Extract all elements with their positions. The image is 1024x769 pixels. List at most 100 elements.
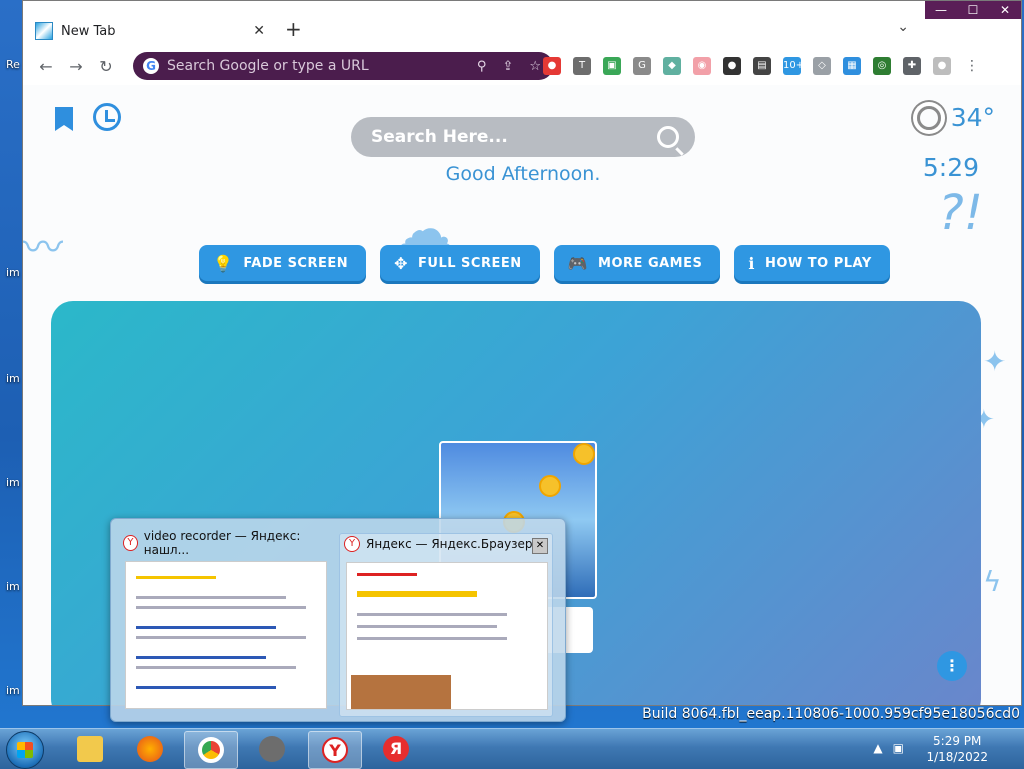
desktop-icon-label[interactable]: im [6, 684, 20, 697]
tab-favicon-icon [35, 22, 53, 40]
yandex-taskbar-button[interactable]: Я [370, 731, 422, 767]
green-extension-icon[interactable]: ▣ [603, 57, 621, 75]
bookmark-icon[interactable] [55, 107, 73, 131]
raccoon-icon [259, 736, 285, 762]
search-icon[interactable] [657, 126, 679, 148]
coin-icon [573, 443, 595, 465]
chat-extension-icon[interactable]: ● [543, 57, 561, 75]
desktop-icon-label[interactable]: im [6, 580, 20, 593]
button-label: HOW TO PLAY [764, 255, 872, 271]
folder-icon [77, 736, 103, 762]
tray-arrow-icon[interactable]: ▲ [873, 741, 882, 755]
chrome-icon [198, 737, 224, 763]
gamepad-icon: 🎮 [567, 253, 589, 273]
firefox-icon [137, 736, 163, 762]
g-extension-icon[interactable]: G [633, 57, 651, 75]
coin-icon [539, 475, 561, 497]
menu-dots-icon[interactable]: ⋮ [963, 57, 981, 75]
lightning-doodle: ϟ [983, 565, 1002, 598]
browser-toolbar: ← → ↻ G Search Google or type a URL ⚲ ⇪ … [23, 47, 1021, 85]
share-icon[interactable]: ⇪ [502, 59, 513, 74]
game-extension-icon[interactable]: ▦ [843, 57, 861, 75]
move-arrows-icon: ✥ [394, 253, 409, 273]
taskbar-clock[interactable]: 5:29 PM 1/18/2022 [926, 733, 988, 765]
chrome-taskbar-button[interactable] [184, 731, 238, 769]
button-label: FADE SCREEN [243, 255, 349, 271]
food-image [351, 675, 451, 709]
clock: 5:29 [922, 153, 979, 182]
t-extension-icon[interactable]: T [573, 57, 591, 75]
desktop-icon-label[interactable]: im [6, 476, 20, 489]
omnibox-placeholder[interactable]: Search Google or type a URL [167, 58, 369, 74]
close-window-button[interactable]: ✕ [989, 1, 1021, 19]
doodle-decoration: 〰 [23, 225, 63, 271]
bookmark-star-icon[interactable]: ☆ [529, 59, 541, 74]
preview-title: Яндекс — Яндекс.Браузер [366, 537, 533, 551]
profile-icon[interactable]: ● [933, 57, 951, 75]
forward-button[interactable]: → [61, 57, 91, 76]
search-placeholder: Search Here... [371, 127, 508, 147]
window-controls: — ☐ ✕ [925, 1, 1021, 19]
stars-doodle: ✦ [983, 345, 1007, 378]
pig-extension-icon[interactable]: ◉ [693, 57, 711, 75]
taskbar-time: 5:29 PM [933, 734, 982, 748]
omnibox[interactable]: G Search Google or type a URL ⚲ ⇪ ☆ [133, 52, 553, 80]
reload-button[interactable]: ↻ [91, 57, 121, 76]
full-screen-button[interactable]: ✥ FULL SCREEN [380, 245, 540, 281]
new-tab-button[interactable]: + [285, 17, 302, 41]
desktop-icon-label[interactable]: im [6, 372, 20, 385]
extensions-bar: ● T ▣ G ◆ ◉ ● ▤ 10+ ◇ ▦ ◎ ✚ ● ⋮ [543, 57, 981, 75]
yandex-browser-taskbar-button[interactable]: Y [308, 731, 362, 769]
message-extension-icon[interactable]: ▤ [753, 57, 771, 75]
tab-search-chevron-icon[interactable]: ⌄ [897, 19, 909, 35]
preview-title-row: Y Яндекс — Яндекс.Браузер [340, 534, 552, 554]
sun-icon [916, 105, 941, 130]
button-label: FULL SCREEN [418, 255, 522, 271]
button-label: MORE GAMES [598, 255, 703, 271]
location-pin-icon[interactable]: ⚲ [477, 59, 487, 74]
yandex-icon: Y [123, 535, 138, 551]
target-extension-icon[interactable]: ◎ [873, 57, 891, 75]
weather-widget: 34° [916, 103, 995, 132]
history-icon[interactable] [93, 103, 121, 131]
more-games-button[interactable]: 🎮 MORE GAMES [553, 245, 721, 281]
question-doodle: ?! [938, 185, 983, 241]
window-preview-yandex[interactable]: Y Яндекс — Яндекс.Браузер ✕ [339, 533, 553, 717]
maximize-button[interactable]: ☐ [957, 1, 989, 19]
robot-extension-icon[interactable]: ◇ [813, 57, 831, 75]
tab-title: New Tab [61, 23, 116, 39]
preview-close-button[interactable]: ✕ [532, 538, 548, 554]
build-watermark: Build 8064.fbl_eeap.110806-1000.959cf95e… [642, 706, 1020, 722]
puzzle-extension-icon[interactable]: ✚ [903, 57, 921, 75]
preview-thumbnail[interactable] [346, 562, 548, 710]
window-preview-video-recorder[interactable]: Y video recorder — Яндекс: нашл... [119, 529, 331, 715]
minimize-button[interactable]: — [925, 1, 957, 19]
tab-close-icon[interactable]: ✕ [253, 23, 265, 39]
bubble-extension-icon[interactable]: ● [723, 57, 741, 75]
info-icon: ℹ [748, 253, 755, 273]
explorer-taskbar-button[interactable] [64, 731, 116, 767]
page-search-input[interactable]: Search Here... [351, 117, 695, 157]
raccoon-taskbar-button[interactable] [246, 731, 298, 767]
temperature: 34° [950, 103, 995, 132]
more-options-icon[interactable]: ⋮ [937, 651, 967, 681]
firefox-taskbar-button[interactable] [124, 731, 176, 767]
how-to-play-button[interactable]: ℹ HOW TO PLAY [734, 245, 890, 281]
preview-title-row: Y video recorder — Яндекс: нашл... [119, 529, 331, 557]
tab-new-tab[interactable]: New Tab ✕ [35, 15, 271, 47]
desktop-icon-label[interactable]: im [6, 266, 20, 279]
fade-screen-button[interactable]: 💡 FADE SCREEN [199, 245, 367, 281]
greeting: Good Afternoon. [445, 163, 601, 185]
badge-extension-icon[interactable]: 10+ [783, 57, 804, 75]
taskbar: Y Я ▲ ▣ 5:29 PM 1/18/2022 [0, 728, 1024, 769]
preview-title: video recorder — Яндекс: нашл... [143, 529, 301, 557]
start-button[interactable] [6, 731, 44, 769]
yandex-icon: Я [383, 736, 409, 762]
preview-thumbnail[interactable] [125, 561, 327, 709]
network-icon[interactable]: ▣ [893, 741, 904, 755]
cat-extension-icon[interactable]: ◆ [663, 57, 681, 75]
back-button[interactable]: ← [31, 57, 61, 76]
taskbar-preview-popup: Y video recorder — Яндекс: нашл... Y Янд… [110, 518, 566, 722]
desktop-icon-label[interactable]: Re [6, 58, 20, 71]
yandex-browser-icon: Y [322, 737, 348, 763]
